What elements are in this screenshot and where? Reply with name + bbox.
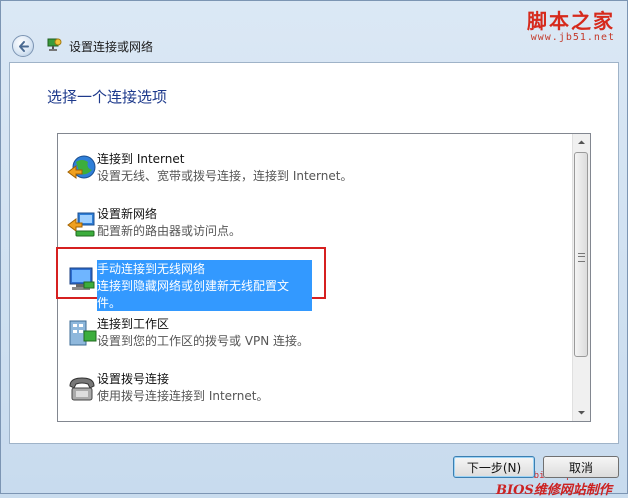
title-bar: 设置连接或网络 脚本之家 www.jb51.net (1, 1, 627, 61)
wireless-icon (69, 267, 95, 290)
back-button[interactable] (12, 35, 34, 57)
content-panel: 选择一个连接选项 连接到 Internet 设置无线、宽带或拨号连接，连接到 I… (9, 62, 619, 498)
option-description: 设置无线、宽带或拨号连接，连接到 Internet。 (97, 169, 353, 183)
page-heading: 选择一个连接选项 (47, 88, 168, 106)
scroll-down-arrow-icon[interactable] (573, 404, 590, 421)
option-dialup[interactable]: 设置拨号连接 使用拨号连接连接到 Internet。 (58, 366, 570, 416)
watermark-url: www.jb51.net (530, 32, 615, 43)
option-title: 手动连接到无线网络 (97, 260, 312, 277)
network-setup-icon (47, 38, 62, 51)
option-manual-wireless[interactable]: 手动连接到无线网络 连接到隐藏网络或创建新无线配置文件。 (56, 247, 570, 311)
workplace-icon (69, 320, 97, 346)
option-title: 设置新网络 (97, 207, 158, 221)
globe-icon (67, 155, 96, 179)
setup-connection-window: 设置连接或网络 脚本之家 www.jb51.net 选择一个连接选项 连接到 I… (0, 0, 628, 498)
option-setup-new-network[interactable]: 设置新网络 配置新的路由器或访问点。 (58, 201, 570, 251)
option-description: 配置新的路由器或访问点。 (97, 224, 242, 238)
option-description: 设置到您的工作区的拨号或 VPN 连接。 (97, 334, 310, 348)
connection-options-list: 连接到 Internet 设置无线、宽带或拨号连接，连接到 Internet。 … (56, 133, 591, 422)
option-title: 连接到工作区 (97, 317, 170, 331)
next-button[interactable]: 下一步(N) (453, 456, 535, 478)
scrollbar-thumb[interactable] (574, 152, 588, 357)
router-icon (67, 212, 95, 237)
vertical-scrollbar[interactable] (572, 134, 590, 421)
back-arrow-icon (19, 41, 29, 52)
phone-icon (69, 377, 95, 401)
scrollbar-grip-icon (578, 253, 585, 262)
option-description: 使用拨号连接连接到 Internet。 (97, 389, 269, 403)
watermark-main: 脚本之家 (527, 9, 615, 33)
option-title: 设置拨号连接 (97, 372, 170, 386)
site-watermark: 脚本之家 www.jb51.net (527, 5, 615, 43)
option-description: 连接到隐藏网络或创建新无线配置文件。 (97, 277, 312, 311)
window-title: 设置连接或网络 (69, 40, 154, 54)
bios-watermark-name: BIOS维修网站制作 (496, 483, 612, 498)
option-title: 连接到 Internet (97, 152, 185, 166)
option-connect-workplace[interactable]: 连接到工作区 设置到您的工作区的拨号或 VPN 连接。 (58, 311, 570, 361)
option-connect-internet[interactable]: 连接到 Internet 设置无线、宽带或拨号连接，连接到 Internet。 (58, 146, 570, 196)
cancel-button[interactable]: 取消 (543, 456, 619, 478)
scroll-up-arrow-icon[interactable] (573, 134, 590, 151)
